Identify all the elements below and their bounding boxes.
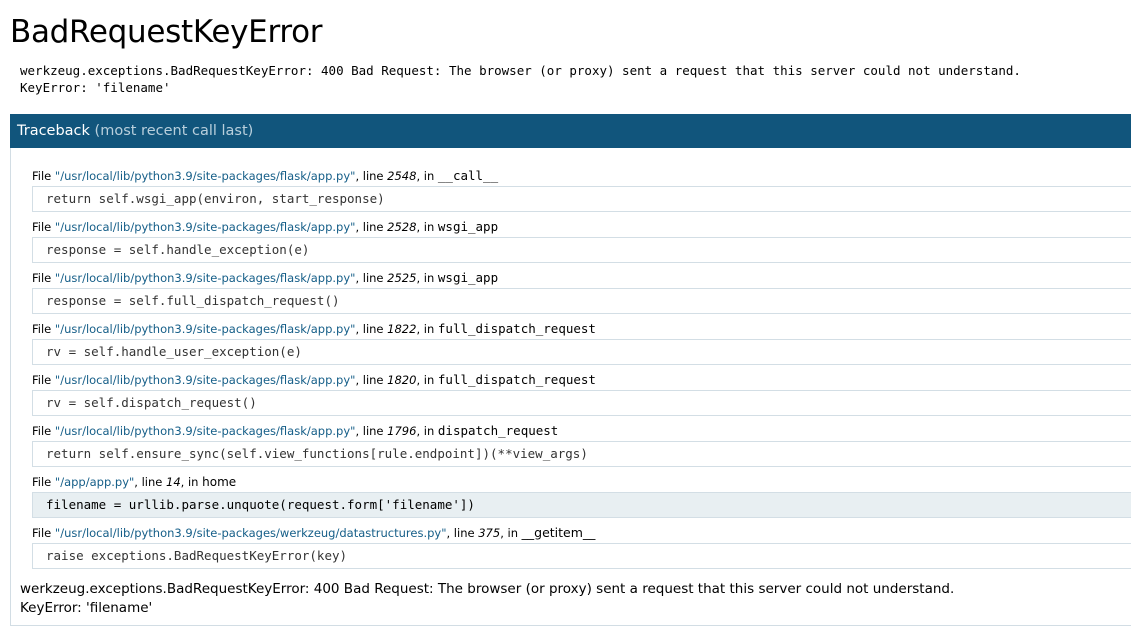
traceback-frame[interactable]: File "/usr/local/lib/python3.9/site-pack…: [32, 219, 1131, 263]
frame-file: "/usr/local/lib/python3.9/site-packages/…: [54, 322, 356, 336]
error-summary-line: KeyError: 'filename': [20, 600, 153, 616]
frame-line-number: 375: [478, 526, 501, 540]
frame-file: "/usr/local/lib/python3.9/site-packages/…: [54, 220, 356, 234]
error-message-line: werkzeug.exceptions.BadRequestKeyError: …: [20, 63, 1021, 78]
traceback-header[interactable]: Traceback (most recent call last): [10, 114, 1131, 148]
frame-code[interactable]: response = self.full_dispatch_request(): [32, 288, 1131, 314]
frame-function: wsgi_app: [437, 219, 499, 234]
frame-code[interactable]: rv = self.handle_user_exception(e): [32, 339, 1131, 365]
frame-file: "/usr/local/lib/python3.9/site-packages/…: [54, 271, 356, 285]
frame-file: "/usr/local/lib/python3.9/site-packages/…: [54, 526, 447, 540]
error-message-line: KeyError: 'filename': [20, 80, 171, 95]
frame-code[interactable]: return self.wsgi_app(environ, start_resp…: [32, 186, 1131, 212]
frame-file: "/usr/local/lib/python3.9/site-packages/…: [54, 373, 356, 387]
frame-code[interactable]: raise exceptions.BadRequestKeyError(key): [32, 543, 1131, 569]
frame-location: File "/usr/local/lib/python3.9/site-pack…: [32, 219, 499, 234]
frame-file: "/usr/local/lib/python3.9/site-packages/…: [54, 169, 356, 183]
frame-code[interactable]: return self.ensure_sync(self.view_functi…: [32, 441, 1131, 467]
frame-code[interactable]: rv = self.dispatch_request(): [32, 390, 1131, 416]
frame-code[interactable]: filename = urllib.parse.unquote(request.…: [32, 492, 1131, 518]
frame-location: File "/usr/local/lib/python3.9/site-pack…: [32, 168, 499, 183]
traceback-sublabel: (most recent call last): [94, 123, 254, 139]
traceback-frame[interactable]: File "/usr/local/lib/python3.9/site-pack…: [32, 423, 1131, 467]
traceback-frame[interactable]: File "/usr/local/lib/python3.9/site-pack…: [32, 525, 1131, 569]
frame-location: File "/usr/local/lib/python3.9/site-pack…: [32, 525, 596, 540]
error-summary-line: werkzeug.exceptions.BadRequestKeyError: …: [20, 581, 955, 597]
frame-function: full_dispatch_request: [437, 372, 596, 387]
frame-function: home: [202, 475, 237, 489]
frame-location: File "/usr/local/lib/python3.9/site-pack…: [32, 270, 499, 285]
frame-code[interactable]: response = self.handle_exception(e): [32, 237, 1131, 263]
frame-line-number: 2525: [387, 271, 417, 285]
traceback-error-summary: werkzeug.exceptions.BadRequestKeyError: …: [20, 580, 954, 618]
frame-line-number: 1820: [387, 373, 417, 387]
traceback-frame[interactable]: File "/usr/local/lib/python3.9/site-pack…: [32, 168, 1131, 212]
frame-line-number: 1796: [387, 424, 417, 438]
frame-function: __getitem__: [521, 525, 596, 540]
traceback-body: File "/usr/local/lib/python3.9/site-pack…: [10, 148, 1131, 626]
frame-function: __call__: [437, 168, 499, 183]
traceback-frame[interactable]: File "/usr/local/lib/python3.9/site-pack…: [32, 372, 1131, 416]
frame-line-number: 2528: [387, 220, 417, 234]
frame-function: full_dispatch_request: [437, 321, 596, 336]
frame-line-number: 2548: [387, 169, 417, 183]
traceback-frame[interactable]: File "/usr/local/lib/python3.9/site-pack…: [32, 321, 1131, 365]
page-title: BadRequestKeyError: [10, 14, 323, 50]
frame-location: File "/usr/local/lib/python3.9/site-pack…: [32, 372, 596, 387]
frame-function: wsgi_app: [437, 270, 499, 285]
frame-function: dispatch_request: [437, 423, 559, 438]
error-message: werkzeug.exceptions.BadRequestKeyError: …: [20, 62, 1021, 96]
frame-location: File "/usr/local/lib/python3.9/site-pack…: [32, 321, 596, 336]
frame-line-number: 1822: [387, 322, 417, 336]
traceback-label: Traceback: [17, 123, 90, 139]
frame-file: "/usr/local/lib/python3.9/site-packages/…: [54, 424, 356, 438]
traceback-frame-current[interactable]: File "/app/app.py", line 14, in home fil…: [32, 474, 1131, 518]
frame-location: File "/app/app.py", line 14, in home: [32, 475, 237, 489]
frame-line-number: 14: [166, 475, 181, 489]
frame-location: File "/usr/local/lib/python3.9/site-pack…: [32, 423, 559, 438]
traceback-frame[interactable]: File "/usr/local/lib/python3.9/site-pack…: [32, 270, 1131, 314]
frame-file: "/app/app.py": [54, 475, 135, 489]
